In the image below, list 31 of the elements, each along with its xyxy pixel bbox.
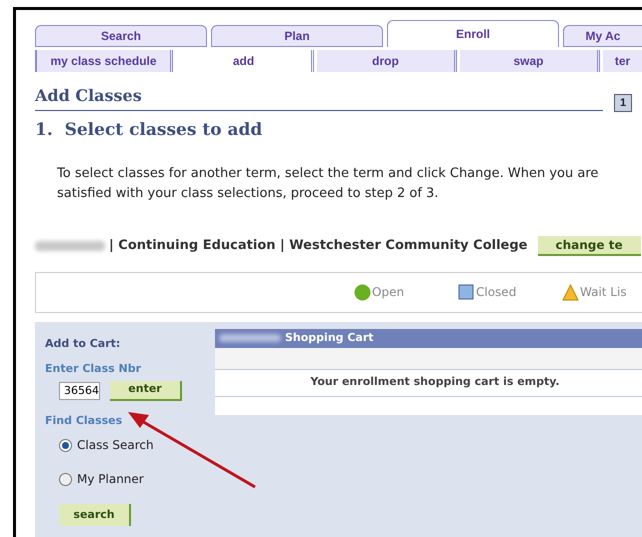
radio-label: My Planner (77, 471, 144, 488)
sub-tab[interactable]: ter (603, 50, 642, 72)
term-info: | Continuing Education | Westchester Community College (109, 236, 528, 255)
step-indicator: 1 (614, 94, 632, 112)
enter-button[interactable]: enter (110, 380, 182, 400)
legend-label: Closed (476, 284, 516, 301)
add-to-cart-heading: Add to Cart: (45, 336, 122, 352)
find-classes-label: Find Classes (45, 412, 124, 428)
search-button[interactable]: search (59, 504, 131, 526)
class-nbr-label: Enter Class Nbr (45, 361, 142, 377)
tab[interactable]: Enroll (387, 20, 559, 47)
instructions-text: To select classes for another term, select the term and click Change. When you are satisfied with your class selections, proceed to step 2 of 3. (57, 164, 600, 202)
change-term-button[interactable]: change te (538, 236, 641, 256)
class-nbr-field[interactable]: 36564 (59, 382, 100, 400)
radio-button[interactable] (59, 438, 72, 452)
radio-label: Class Search (77, 437, 154, 454)
step-title: 1. Select classes to add (35, 119, 264, 142)
page-title: Add Classes (35, 84, 603, 111)
sub-tab[interactable]: drop (317, 50, 457, 72)
tab[interactable]: Plan (211, 25, 383, 47)
radio-button[interactable] (59, 472, 72, 486)
empty-cart-message: Your enrollment shopping cart is empty. (310, 374, 560, 390)
legend-label: Open (372, 284, 404, 301)
shopping-cart-title: Shopping Cart (285, 330, 374, 346)
redacted-text (35, 240, 105, 250)
legend-label: Wait Lis (580, 284, 627, 301)
sub-tab[interactable]: my class schedule (37, 50, 173, 72)
redacted-text (219, 334, 281, 342)
sub-tab[interactable]: swap (460, 50, 600, 72)
tab[interactable]: My Ac (563, 25, 642, 47)
tab[interactable]: Search (35, 25, 207, 47)
